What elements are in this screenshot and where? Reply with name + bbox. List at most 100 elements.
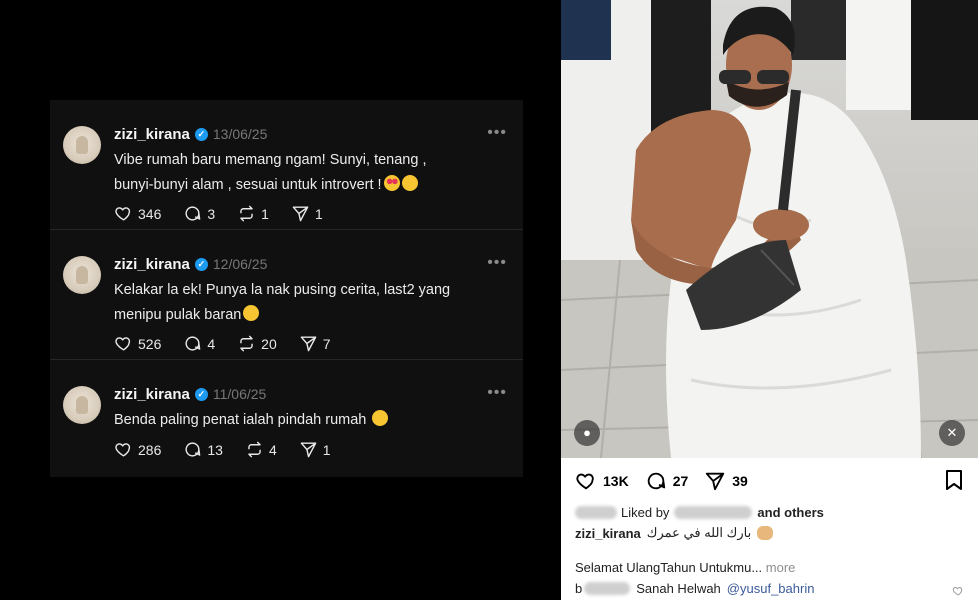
like-button[interactable]: 286 xyxy=(114,440,161,459)
more-options-icon[interactable]: ••• xyxy=(487,384,507,402)
blurred-username xyxy=(674,506,753,519)
comment-icon xyxy=(647,472,665,490)
share-count: 1 xyxy=(322,441,331,458)
comment-text: Sanah Helwah xyxy=(636,581,721,596)
post-text-line: Vibe rumah baru memang ngam! Sunyi, tena… xyxy=(114,152,427,168)
like-button[interactable]: 526 xyxy=(114,334,161,353)
post-text: Kelakar la ek! Punya la nak pusing cerit… xyxy=(114,278,504,328)
reply-button[interactable]: 13 xyxy=(183,440,223,459)
like-button[interactable]: 13K xyxy=(575,470,629,492)
heart-icon xyxy=(115,207,131,221)
comment-initial: b xyxy=(575,581,583,596)
threads-feed: zizi_kirana ✓ 13/06/25 ••• Vibe rumah ba… xyxy=(50,100,523,477)
like-count: 13K xyxy=(603,473,629,489)
repost-count: 20 xyxy=(261,335,277,352)
comment-icon xyxy=(185,442,201,457)
save-button[interactable] xyxy=(944,469,964,496)
repost-button[interactable]: 1 xyxy=(237,204,269,223)
share-count: 1 xyxy=(314,205,323,222)
thread-post: zizi_kirana ✓ 11/06/25 ••• Benda paling … xyxy=(50,360,523,490)
send-icon xyxy=(292,206,309,222)
reply-count: 13 xyxy=(207,441,223,458)
avatar[interactable] xyxy=(63,386,101,424)
verified-badge-icon: ✓ xyxy=(194,257,208,271)
comment-button[interactable]: 27 xyxy=(645,470,689,492)
post-date: 12/06/25 xyxy=(212,256,268,272)
thread-post: zizi_kirana ✓ 12/06/25 ••• Kelakar la ek… xyxy=(50,230,523,360)
heart-eyes-emoji-icon xyxy=(383,175,400,191)
verified-badge-icon: ✓ xyxy=(194,387,208,401)
username[interactable]: zizi_kirana xyxy=(114,126,190,143)
caption-text: بارك الله في عمرك xyxy=(646,525,752,540)
instagram-post: ● ✕ 13K 27 39 Liked by and others zizi_k… xyxy=(561,0,978,600)
repost-count: 4 xyxy=(268,441,277,458)
share-button[interactable]: 1 xyxy=(299,440,331,459)
comment: b Sanah Helwah @yusuf_bahrin xyxy=(575,581,814,596)
share-button[interactable]: 1 xyxy=(291,204,323,223)
like-count: 346 xyxy=(138,205,162,222)
like-count: 286 xyxy=(138,441,162,458)
post-text: Benda paling penat ialah pindah rumah xyxy=(114,408,504,433)
liked-by-suffix[interactable]: and others xyxy=(757,505,823,520)
liked-by: Liked by and others xyxy=(575,505,824,520)
username[interactable]: zizi_kirana xyxy=(114,386,190,403)
tired-emoji-icon xyxy=(372,410,389,426)
mute-icon[interactable]: ✕ xyxy=(939,420,965,446)
comment-like-icon[interactable] xyxy=(952,584,964,596)
post-actions: 286 13 4 1 xyxy=(114,440,353,459)
heart-icon xyxy=(576,473,594,490)
like-count: 526 xyxy=(138,335,162,352)
comment-mention[interactable]: @yusuf_bahrin xyxy=(727,581,815,596)
user-tag-icon[interactable]: ● xyxy=(574,420,600,446)
repost-icon xyxy=(240,205,253,222)
heart-icon xyxy=(115,443,131,457)
reply-button[interactable]: 4 xyxy=(183,334,215,353)
post-actions: 526 4 20 7 xyxy=(114,334,353,353)
like-button[interactable]: 346 xyxy=(114,204,161,223)
more-options-icon[interactable]: ••• xyxy=(487,254,507,272)
verified-badge-icon: ✓ xyxy=(194,127,208,141)
caption-line2: Selamat UlangTahun Untukmu... xyxy=(575,560,763,575)
reply-button[interactable]: 3 xyxy=(183,204,215,223)
send-icon xyxy=(300,336,317,352)
bookmark-icon xyxy=(946,470,962,490)
username[interactable]: zizi_kirana xyxy=(114,256,190,273)
praying-hands-emoji-icon xyxy=(757,526,774,540)
post-text-line: bunyi-bunyi alam , sesuai untuk introver… xyxy=(114,177,382,193)
heart-icon xyxy=(115,337,131,351)
send-icon xyxy=(300,442,317,458)
repost-icon xyxy=(240,335,253,352)
avatar[interactable] xyxy=(63,256,101,294)
more-link[interactable]: more xyxy=(766,560,796,575)
repost-icon xyxy=(248,441,261,458)
post-photo[interactable]: ● ✕ xyxy=(561,0,978,458)
liked-by-prefix: Liked by xyxy=(621,505,670,520)
blurred-username xyxy=(584,582,631,595)
share-button[interactable]: 39 xyxy=(704,470,748,492)
repost-count: 1 xyxy=(261,205,269,222)
smiling-emoji-icon xyxy=(401,175,418,191)
post-text-line: menipu pulak baran xyxy=(114,307,242,323)
repost-button[interactable]: 20 xyxy=(237,334,277,353)
share-count: 39 xyxy=(732,473,748,489)
thread-post: zizi_kirana ✓ 13/06/25 ••• Vibe rumah ba… xyxy=(50,100,523,230)
comment-icon xyxy=(185,336,201,351)
caption: zizi_kirana بارك الله في عمرك xyxy=(575,525,774,541)
share-button[interactable]: 7 xyxy=(299,334,331,353)
post-date: 11/06/25 xyxy=(212,386,267,402)
post-text-line: Benda paling penat ialah pindah rumah xyxy=(114,412,367,428)
avatar[interactable] xyxy=(63,126,101,164)
comment-count: 27 xyxy=(672,473,689,489)
send-icon xyxy=(706,472,725,491)
share-count: 7 xyxy=(322,335,331,352)
caption-continued: Selamat UlangTahun Untukmu... more xyxy=(575,560,795,575)
photo-illustration xyxy=(561,0,978,458)
post-text: Vibe rumah baru memang ngam! Sunyi, tena… xyxy=(114,148,504,198)
blurred-username xyxy=(575,506,617,519)
reply-count: 4 xyxy=(207,335,216,352)
post-actions: 346 3 1 1 xyxy=(114,204,345,223)
caption-username[interactable]: zizi_kirana xyxy=(575,526,641,541)
repost-button[interactable]: 4 xyxy=(245,440,277,459)
more-options-icon[interactable]: ••• xyxy=(487,124,507,142)
post-date: 13/06/25 xyxy=(212,126,268,142)
